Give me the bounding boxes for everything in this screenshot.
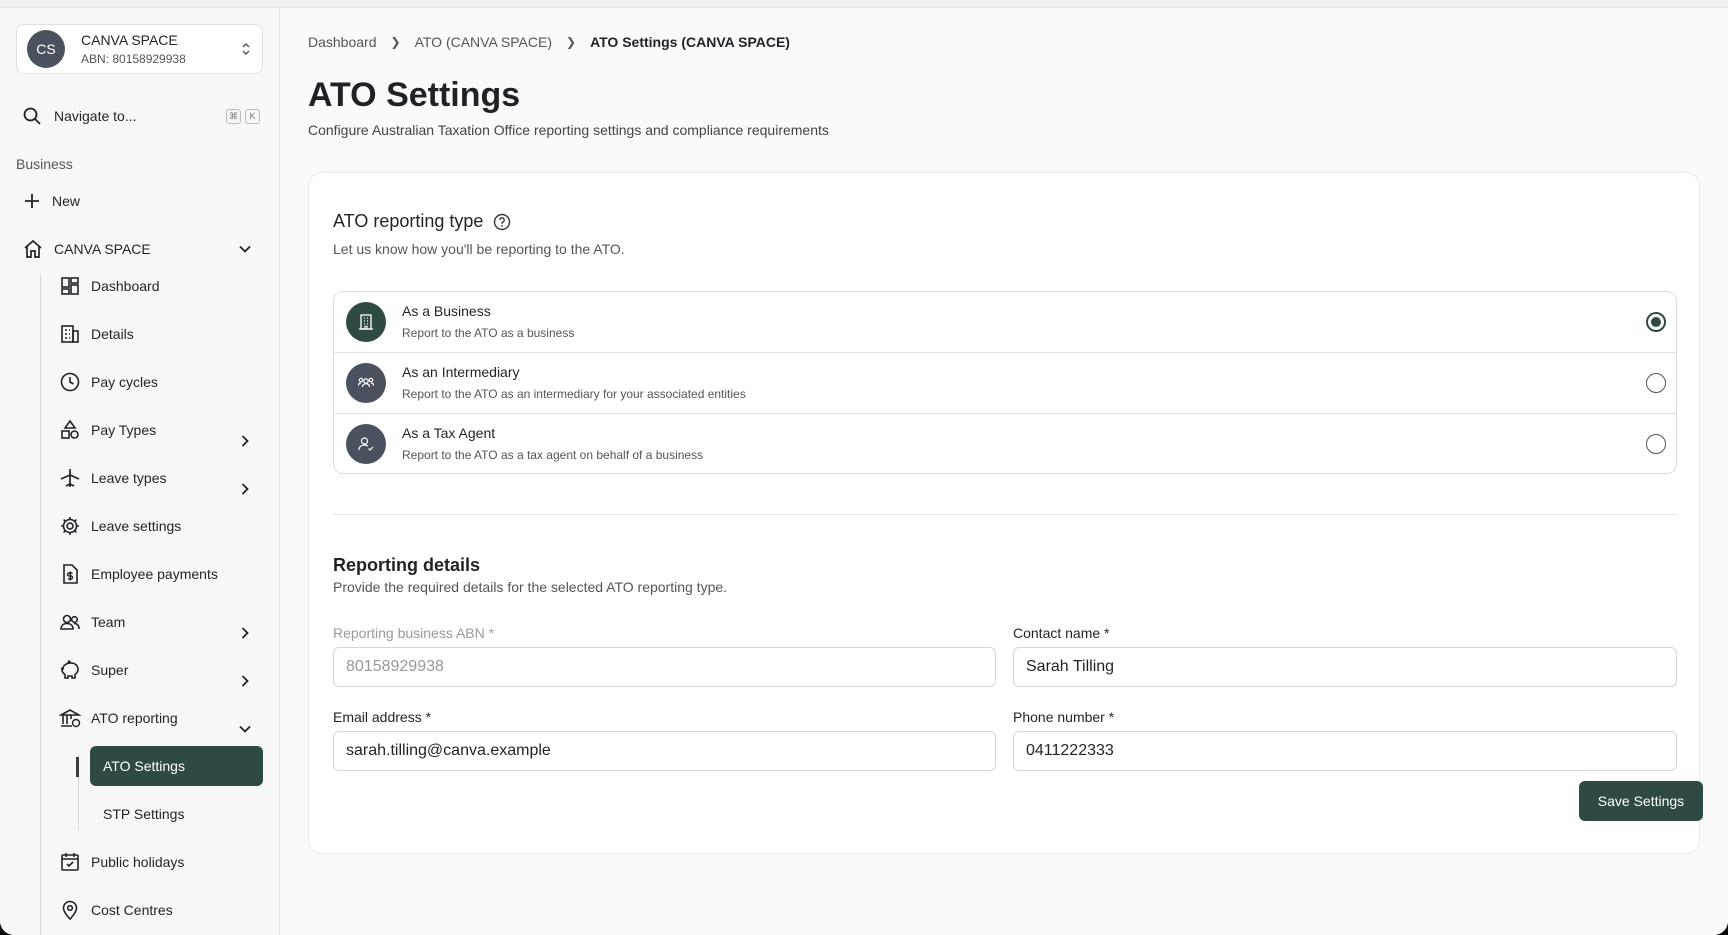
chevron-down-icon[interactable] (238, 722, 252, 736)
sidebar-item-details[interactable]: Details (59, 322, 134, 346)
avatar: CS (27, 30, 65, 68)
navigate-search[interactable]: Navigate to... ⌘ K (22, 102, 260, 130)
breadcrumb-item-ato[interactable]: ATO (CANVA SPACE) (415, 34, 552, 50)
page-subtitle: Configure Australian Taxation Office rep… (308, 122, 829, 138)
save-settings-button[interactable]: Save Settings (1579, 781, 1703, 821)
radio-tax-agent[interactable] (1646, 434, 1666, 454)
shapes-icon (61, 419, 79, 439)
sidebar-item-public-holidays[interactable]: Public holidays (59, 850, 184, 874)
clock-icon (60, 372, 80, 392)
help-circle-icon[interactable] (493, 213, 511, 231)
chevron-right-icon[interactable] (238, 434, 252, 448)
option-intermediary[interactable]: As an Intermediary Report to the ATO as … (334, 353, 1676, 414)
app-window: CS CANVA SPACE ABN: 80158929938 Navigate… (0, 0, 1728, 935)
reporting-details-heading: Reporting details (333, 555, 481, 575)
option-tax-agent[interactable]: As a Tax Agent Report to the ATO as a ta… (334, 414, 1676, 473)
sidebar-item-dashboard[interactable]: Dashboard (59, 274, 160, 298)
users-icon (60, 614, 80, 630)
dashboard-icon (61, 277, 79, 295)
chevron-right-icon: ❯ (566, 35, 577, 49)
option-title: As a Business (402, 303, 491, 319)
sidebar-item-ato-reporting[interactable]: ATO reporting (59, 706, 178, 730)
org-switcher[interactable]: CS CANVA SPACE ABN: 80158929938 (16, 24, 263, 74)
page-title: ATO Settings (308, 76, 521, 114)
chevron-right-icon[interactable] (238, 482, 252, 496)
chevron-right-icon[interactable] (238, 674, 252, 688)
piggy-bank-icon (60, 659, 79, 679)
option-description: Report to the ATO as a tax agent on beha… (402, 448, 704, 462)
section-divider (333, 514, 1677, 515)
abn-label: Reporting business ABN * (333, 625, 495, 641)
plane-icon (60, 469, 80, 487)
sidebar-subitem-ato-settings[interactable]: ATO Settings (90, 746, 263, 786)
chevron-right-icon[interactable] (238, 626, 252, 640)
active-marker (76, 757, 79, 777)
navigate-label: Navigate to... (54, 108, 137, 124)
users-group-icon (346, 363, 386, 403)
sidebar-item-pay-types[interactable]: Pay Types (59, 418, 156, 442)
email-input[interactable] (333, 731, 996, 771)
sidebar-item-employee-payments[interactable]: Employee payments (59, 562, 218, 586)
reporting-details-description: Provide the required details for the sel… (333, 579, 728, 595)
option-description: Report to the ATO as an intermediary for… (402, 387, 746, 401)
breadcrumb: Dashboard ❯ ATO (CANVA SPACE) ❯ ATO Sett… (308, 34, 790, 50)
chevron-up-down-icon (240, 40, 252, 58)
radio-intermediary[interactable] (1646, 373, 1666, 393)
tree-line (40, 274, 41, 935)
chevron-right-icon: ❯ (390, 35, 401, 49)
main-content: Dashboard ❯ ATO (CANVA SPACE) ❯ ATO Sett… (281, 8, 1728, 935)
settings-card: ATO reporting type Let us know how you'l… (308, 172, 1703, 854)
breadcrumb-item-current: ATO Settings (CANVA SPACE) (590, 34, 790, 50)
option-title: As an Intermediary (402, 364, 520, 380)
user-check-icon (346, 424, 386, 464)
sidebar-item-leave-types[interactable]: Leave types (59, 466, 167, 490)
sidebar-item-cost-centres[interactable]: Cost Centres (59, 898, 173, 922)
reporting-type-heading: ATO reporting type (333, 211, 511, 232)
contact-name-input[interactable] (1013, 647, 1677, 687)
building-icon (346, 302, 386, 342)
org-abn: ABN: 80158929938 (81, 52, 186, 66)
option-title: As a Tax Agent (402, 425, 496, 441)
sidebar-item-org[interactable]: CANVA SPACE (22, 237, 151, 261)
sidebar-item-leave-settings[interactable]: Leave settings (59, 514, 181, 538)
reporting-type-options: As a Business Report to the ATO as a bus… (333, 291, 1677, 474)
kbd-k: K (245, 108, 260, 124)
sidebar-item-new[interactable]: New (22, 189, 80, 213)
home-icon (24, 239, 42, 258)
search-icon (23, 107, 41, 125)
sidebar-item-pay-cycles[interactable]: Pay cycles (59, 370, 158, 394)
breadcrumb-item-dashboard[interactable]: Dashboard (308, 34, 377, 50)
calendar-icon (61, 853, 79, 871)
sidebar-subitem-stp-settings[interactable]: STP Settings (103, 806, 184, 822)
building-icon (61, 325, 79, 343)
radio-business[interactable] (1646, 312, 1666, 332)
gear-icon (61, 517, 79, 535)
window-top-bar (0, 0, 1728, 8)
abn-input (333, 647, 996, 687)
plus-icon (25, 194, 39, 208)
email-label: Email address * (333, 709, 432, 725)
chevron-down-icon[interactable] (238, 242, 252, 256)
sidebar: CS CANVA SPACE ABN: 80158929938 Navigate… (0, 8, 280, 935)
phone-label: Phone number * (1013, 709, 1115, 725)
option-business[interactable]: As a Business Report to the ATO as a bus… (334, 292, 1676, 353)
sidebar-item-team[interactable]: Team (59, 610, 125, 634)
sidebar-item-super[interactable]: Super (59, 658, 128, 682)
bank-icon (59, 709, 81, 728)
org-name: CANVA SPACE (81, 32, 178, 48)
section-label-business: Business (16, 156, 73, 172)
reporting-type-description: Let us know how you'll be reporting to t… (333, 241, 625, 257)
map-pin-icon (62, 900, 78, 921)
phone-input[interactable] (1013, 731, 1677, 771)
invoice-dollar-icon (63, 564, 78, 584)
contact-name-label: Contact name * (1013, 625, 1110, 641)
kbd-cmd: ⌘ (226, 108, 241, 124)
option-description: Report to the ATO as a business (402, 326, 575, 340)
